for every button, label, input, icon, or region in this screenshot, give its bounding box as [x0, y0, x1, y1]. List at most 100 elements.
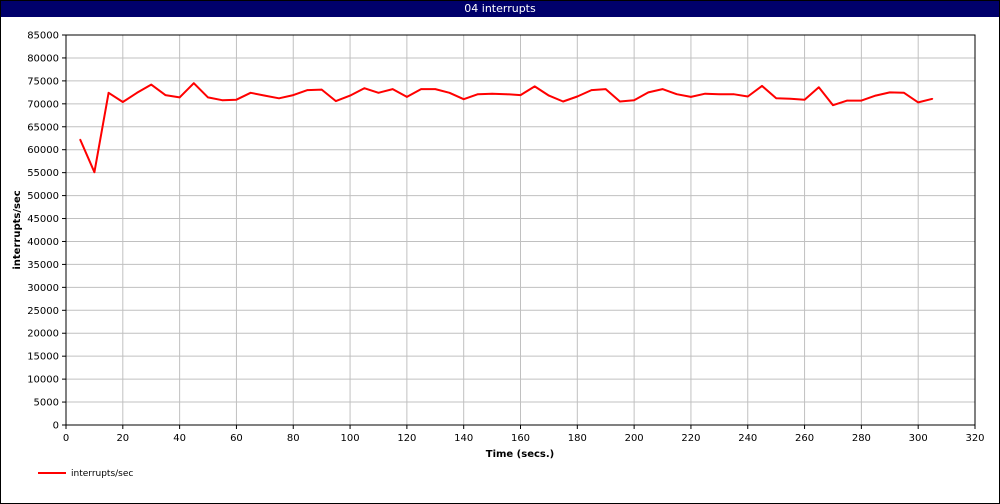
data-point: [377, 92, 380, 94]
data-point: [136, 92, 138, 94]
data-point: [817, 86, 820, 89]
y-tick-label: 60000: [27, 145, 59, 156]
x-tick-label: 0: [63, 433, 69, 444]
data-point: [150, 83, 153, 86]
data-point: [775, 97, 777, 100]
data-point: [647, 91, 650, 94]
data-point: [178, 96, 181, 99]
data-point: [832, 104, 834, 106]
y-tick-label: 65000: [27, 122, 59, 133]
data-point: [79, 138, 82, 141]
data-point: [193, 82, 195, 84]
y-tick-label: 20000: [27, 329, 59, 340]
grid: [65, 34, 976, 426]
y-tick-label: 0: [53, 421, 59, 432]
x-tick-label: 120: [397, 433, 416, 444]
data-point: [690, 96, 692, 98]
data-point: [221, 99, 224, 101]
data-point: [803, 98, 806, 101]
x-tick-label: 160: [511, 433, 530, 444]
x-tick-label: 220: [681, 433, 700, 444]
y-tick-label: 85000: [27, 31, 59, 42]
data-point: [746, 95, 749, 98]
data-point: [335, 100, 337, 102]
data-point: [349, 94, 351, 97]
data-point: [519, 94, 522, 96]
data-point: [391, 88, 394, 90]
data-point: [590, 89, 593, 91]
data-point: [661, 88, 664, 90]
data-point: [406, 96, 408, 98]
data-point: [122, 101, 124, 103]
data-point: [789, 97, 792, 100]
interrupts-chart: 0 20 40 60 80 100 120 140 160 180 200 220 240 260 280 3…: [12, 31, 985, 480]
data-point: [604, 88, 607, 90]
x-tick-label: 40: [173, 433, 186, 444]
x-tick-label: 200: [625, 433, 644, 444]
data-point: [633, 99, 635, 101]
data-point: [93, 171, 96, 173]
x-tick-label: 180: [568, 433, 587, 444]
data-point: [420, 88, 422, 90]
y-tick-label: 45000: [27, 214, 59, 225]
data-point: [264, 94, 266, 97]
y-tick-label: 40000: [27, 237, 59, 248]
data-point: [931, 97, 934, 100]
data-point: [292, 94, 295, 96]
data-point: [732, 93, 735, 95]
y-tick-label: 80000: [27, 53, 59, 64]
x-axis-label: Time (secs.): [486, 449, 555, 460]
x-tick-label: 100: [341, 433, 360, 444]
y-tick-label: 25000: [27, 306, 59, 317]
y-tick-label: 35000: [27, 260, 59, 271]
data-point: [675, 93, 678, 95]
y-tick-label: 5000: [34, 398, 59, 409]
data-point: [462, 98, 465, 101]
x-tick-label: 60: [230, 433, 243, 444]
x-tick-label: 240: [738, 433, 757, 444]
y-tick-label: 10000: [27, 375, 59, 386]
data-point: [164, 94, 167, 96]
data-point: [761, 85, 763, 87]
data-point: [363, 87, 366, 90]
y-tick-label: 50000: [27, 191, 59, 202]
data-point: [888, 91, 891, 94]
data-point: [249, 92, 252, 94]
data-point: [107, 92, 110, 94]
data-point: [619, 100, 621, 103]
data-point: [718, 93, 721, 95]
y-tick-label: 75000: [27, 76, 59, 87]
data-point: [207, 96, 209, 99]
data-point: [917, 101, 919, 104]
data-point: [477, 93, 479, 95]
y-tick-label: 70000: [27, 99, 59, 110]
data-point: [235, 98, 238, 101]
data-point: [448, 92, 451, 94]
x-tick-label: 320: [965, 433, 984, 444]
data-point: [860, 99, 863, 102]
data-point: [278, 97, 280, 100]
data-point: [434, 88, 437, 90]
data-point: [562, 100, 564, 103]
x-tick-label: 140: [454, 433, 473, 444]
data-point: [704, 92, 706, 95]
y-tick-label: 15000: [27, 352, 59, 363]
data-point: [903, 92, 905, 94]
data-point: [846, 99, 848, 102]
data-point: [874, 94, 877, 97]
x-tick-label: 260: [795, 433, 814, 444]
data-point: [505, 93, 508, 95]
data-point: [576, 95, 579, 98]
data-point: [548, 94, 550, 97]
x-tick-label: 280: [852, 433, 871, 444]
legend: interrupts/sec: [38, 469, 133, 479]
data-point: [491, 92, 493, 95]
y-tick-label: 30000: [27, 283, 59, 294]
y-tick-label: 55000: [27, 168, 59, 179]
x-tick-label: 80: [287, 433, 300, 444]
data-point: [320, 88, 323, 91]
x-tick-label: 20: [116, 433, 129, 444]
data-point: [306, 89, 309, 91]
data-point: [533, 85, 536, 88]
legend-label: interrupts/sec: [71, 469, 133, 479]
